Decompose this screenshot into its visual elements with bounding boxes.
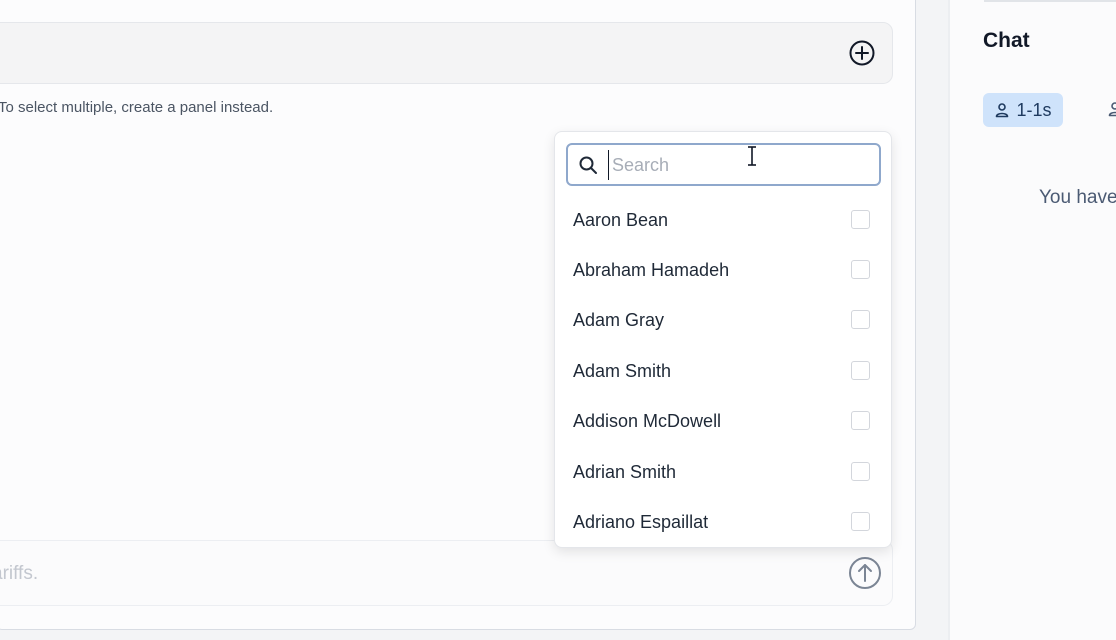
list-item[interactable]: Adriano Espaillat <box>555 498 891 546</box>
list-item-checkbox[interactable] <box>851 512 870 531</box>
list-item[interactable]: Adam Gray <box>555 296 891 344</box>
person-icon <box>1108 102 1116 117</box>
message-composer[interactable] <box>0 540 893 606</box>
chat-empty-state: You have <box>1039 187 1116 208</box>
list-item-name: Aaron Bean <box>573 210 669 230</box>
list-item[interactable]: Abraham Hamadeh <box>555 246 891 294</box>
list-item-name: Abraham Hamadeh <box>573 260 730 280</box>
list-item-checkbox[interactable] <box>851 462 870 481</box>
tab-1on1s-label: 1-1s <box>1016 99 1052 120</box>
list-item-name: Adam Smith <box>573 361 672 381</box>
list-item[interactable]: Addison McDowell <box>555 397 891 445</box>
person-icon <box>996 103 1009 118</box>
send-button[interactable] <box>848 556 882 590</box>
arrow-up-circle-icon <box>849 557 881 589</box>
list-item-name: Adrian Smith <box>573 462 677 482</box>
list-item-checkbox[interactable] <box>851 310 870 329</box>
recipient-selector[interactable] <box>0 22 893 84</box>
add-recipient-button[interactable] <box>848 39 876 67</box>
list-item-checkbox[interactable] <box>851 411 870 430</box>
chat-panel-top-border <box>984 0 1116 2</box>
list-item[interactable]: Adrian Smith <box>555 448 891 496</box>
message-input[interactable]: ariffs. <box>0 563 38 585</box>
plus-circle-icon <box>849 40 875 66</box>
tab-groups[interactable] <box>1106 100 1116 120</box>
list-item-name: Addison McDowell <box>573 411 722 431</box>
list-item-checkbox[interactable] <box>851 210 870 229</box>
tab-1on1s[interactable]: 1-1s <box>983 93 1063 127</box>
search-icon <box>578 155 598 175</box>
search-input[interactable] <box>608 150 872 180</box>
list-item-checkbox[interactable] <box>851 361 870 380</box>
helper-text: To select multiple, create a panel inste… <box>0 99 274 116</box>
list-item[interactable]: Aaron Bean <box>555 196 891 244</box>
list-item-checkbox[interactable] <box>851 260 870 279</box>
text-cursor-icon <box>745 145 759 167</box>
list-item-name: Adam Gray <box>573 310 665 330</box>
chat-title: Chat <box>983 29 1030 52</box>
list-item[interactable]: Adam Smith <box>555 347 891 395</box>
list-item-name: Adriano Espaillat <box>573 512 709 532</box>
